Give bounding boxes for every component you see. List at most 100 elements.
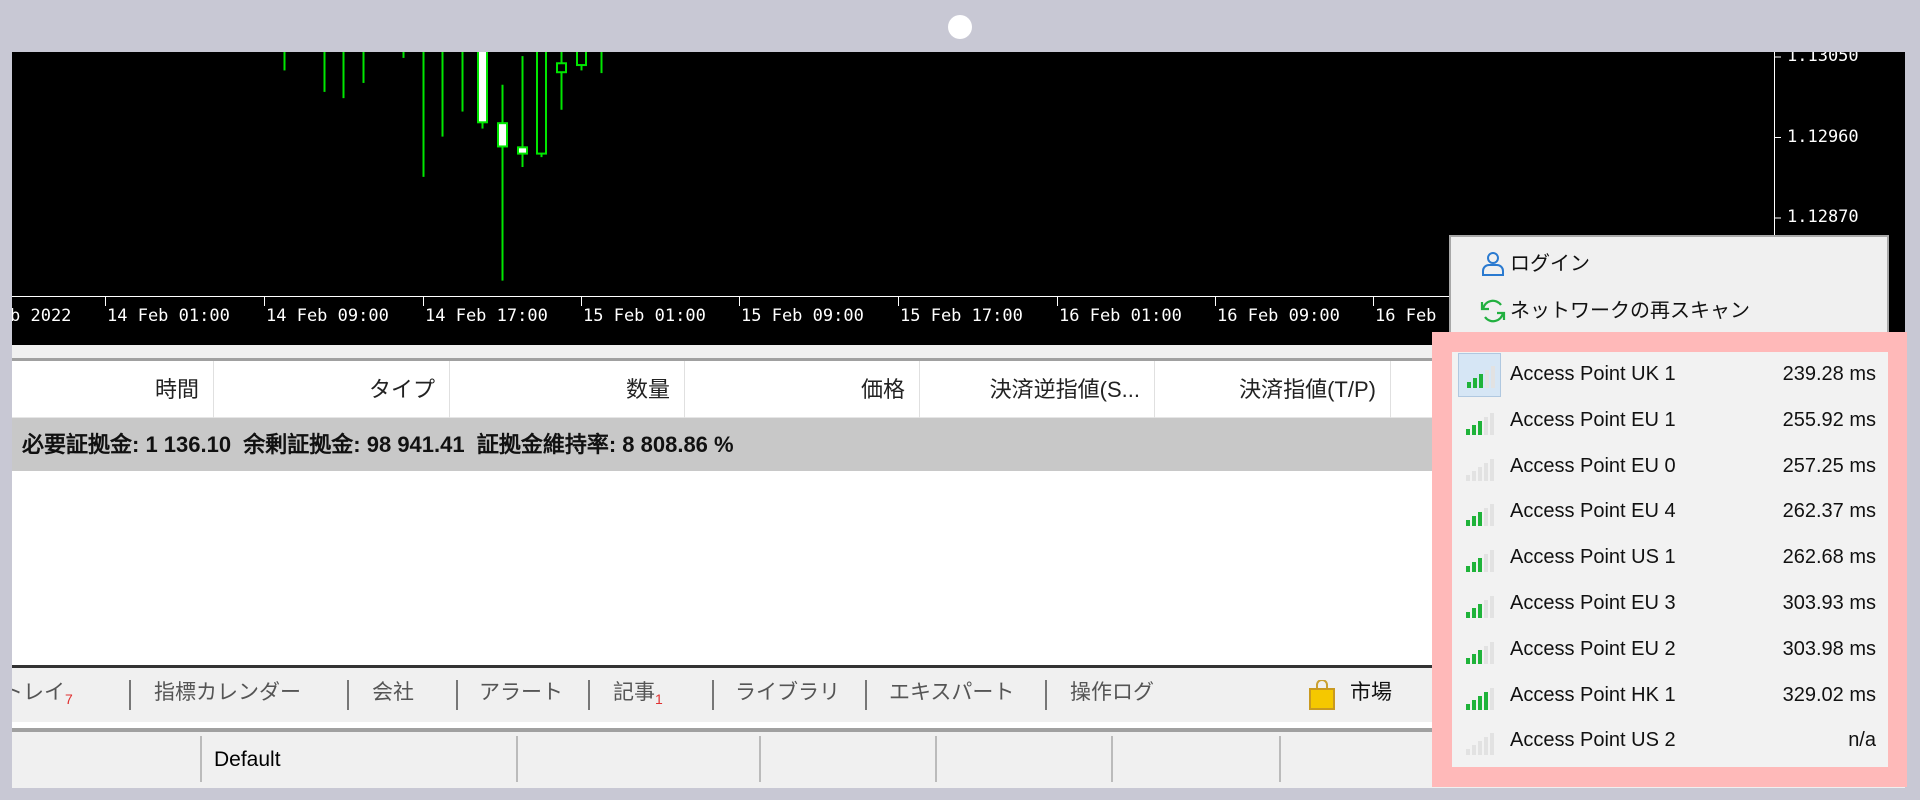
signal-bar	[1472, 516, 1476, 527]
col-volume[interactable]: 数量	[450, 361, 685, 418]
signal-bar	[1472, 608, 1476, 618]
candle	[402, 52, 405, 58]
price-label: 1.13050	[1787, 52, 1859, 66]
access-point-item[interactable]: Access Point EU 3 303.93 ms	[1452, 581, 1888, 627]
menu-item-label: ネットワークの再スキャン	[1510, 300, 1750, 322]
candle	[556, 52, 567, 110]
tab-separator	[129, 680, 131, 710]
signal-bar	[1484, 508, 1488, 527]
tab-separator	[588, 680, 590, 710]
signal-bar	[1466, 657, 1470, 664]
tab-separator	[1045, 680, 1047, 710]
col-type[interactable]: タイプ	[214, 361, 450, 418]
signal-strength-icon	[1458, 490, 1501, 534]
signal-strength-icon	[1458, 445, 1501, 489]
signal-bar	[1472, 745, 1476, 756]
candle-body	[536, 52, 547, 155]
tab-inbox[interactable]: 受信トレイ7	[12, 668, 73, 722]
access-point-item[interactable]: Access Point US 2 n/a	[1452, 718, 1888, 764]
signal-bar	[1478, 558, 1482, 573]
signal-bar	[1472, 470, 1476, 481]
connection-menu: ログイン ネットワークの再スキャン	[1449, 235, 1889, 345]
menu-item-label: ログイン	[1510, 253, 1590, 275]
col-take-profit[interactable]: 決済指値(T/P)	[1155, 361, 1391, 418]
tab-experts[interactable]: エキスパート	[889, 668, 1014, 722]
signal-bar	[1484, 691, 1488, 710]
signal-strength-icon	[1458, 674, 1501, 718]
signal-strength-icon	[1458, 536, 1501, 580]
candle-body	[517, 146, 528, 155]
access-point-name: Access Point US 1	[1510, 546, 1676, 569]
access-point-ping: 262.37 ms	[1782, 500, 1876, 523]
status-separator	[1111, 736, 1113, 782]
access-point-ping: 329.02 ms	[1782, 683, 1876, 706]
access-point-ping: 303.98 ms	[1782, 637, 1876, 660]
access-point-ping: 257.25 ms	[1782, 454, 1876, 477]
status-separator	[935, 736, 937, 782]
signal-strength-icon	[1458, 719, 1501, 763]
signal-bar	[1490, 412, 1494, 435]
signal-bar	[1485, 370, 1489, 388]
menu-item-login[interactable]: ログイン	[1451, 241, 1887, 287]
candle	[497, 84, 508, 281]
time-label: 15 Feb 09:00	[741, 306, 864, 326]
signal-bar	[1484, 462, 1488, 481]
col-stop-loss[interactable]: 決済逆指値(S...	[920, 361, 1155, 418]
signal-bar	[1478, 512, 1482, 527]
access-point-item[interactable]: Access Point US 1 262.68 ms	[1452, 535, 1888, 581]
status-separator	[200, 736, 202, 782]
time-label: 15 Feb 01:00	[583, 306, 706, 326]
signal-bar	[1490, 504, 1494, 527]
candle	[536, 52, 547, 158]
camera-dot	[948, 15, 972, 39]
signal-strength-icon	[1458, 353, 1501, 397]
access-point-name: Access Point UK 1	[1510, 363, 1676, 385]
profile-name[interactable]: Default	[214, 748, 281, 772]
signal-bar	[1490, 596, 1494, 618]
tab-articles[interactable]: 記事1	[613, 668, 663, 722]
tab-library[interactable]: ライブラリ	[735, 668, 840, 722]
access-point-item[interactable]: Access Point UK 1 239.28 ms	[1452, 352, 1888, 398]
access-point-item[interactable]: Access Point EU 0 257.25 ms	[1452, 444, 1888, 490]
signal-bar	[1490, 550, 1494, 573]
time-label: b 2022	[12, 306, 72, 326]
menu-item-rescan[interactable]: ネットワークの再スキャン	[1451, 288, 1887, 334]
tab-separator	[712, 680, 714, 710]
access-point-item[interactable]: Access Point EU 4 262.37 ms	[1452, 489, 1888, 535]
signal-bar	[1466, 474, 1470, 481]
tab-separator	[865, 680, 867, 710]
tab-alerts[interactable]: アラート	[479, 668, 563, 722]
tab-economic-calendar[interactable]: 指標カレンダー	[154, 668, 301, 722]
col-time[interactable]: 時間	[12, 361, 214, 418]
market-label: 市場	[1350, 681, 1392, 704]
tab-label: 受信トレイ	[12, 681, 65, 704]
access-point-name: Access Point EU 3	[1510, 592, 1676, 614]
signal-bar	[1484, 600, 1488, 618]
access-point-name: Access Point EU 4	[1510, 500, 1676, 523]
access-point-ping: n/a	[1848, 729, 1876, 752]
price-label: 1.12870	[1787, 207, 1859, 227]
access-point-item[interactable]: Access Point EU 1 255.92 ms	[1452, 398, 1888, 444]
signal-bar	[1466, 566, 1470, 573]
col-price[interactable]: 価格	[685, 361, 920, 418]
time-label: 14 Feb 17:00	[425, 306, 548, 326]
access-point-highlight: Access Point UK 1 239.28 ms Access Point E…	[1432, 332, 1907, 787]
access-point-ping: 303.93 ms	[1782, 592, 1876, 614]
access-point-item[interactable]: Access Point HK 1 329.02 ms	[1452, 673, 1888, 719]
time-label: 14 Feb 01:00	[107, 306, 230, 326]
signal-bar	[1472, 653, 1476, 664]
candle	[576, 52, 587, 71]
signal-bar	[1466, 703, 1470, 710]
signal-bar	[1473, 378, 1477, 388]
access-point-item[interactable]: Access Point EU 2 303.98 ms	[1452, 627, 1888, 673]
signal-bar	[1472, 562, 1476, 573]
signal-bar	[1490, 733, 1494, 756]
candle	[342, 52, 345, 99]
candle	[323, 52, 326, 92]
tab-company[interactable]: 会社	[372, 668, 414, 722]
candle-body	[477, 52, 488, 124]
signal-bar	[1491, 366, 1495, 388]
tab-journal[interactable]: 操作ログ	[1070, 668, 1154, 722]
tab-separator	[347, 680, 349, 710]
signal-bar	[1484, 554, 1488, 573]
